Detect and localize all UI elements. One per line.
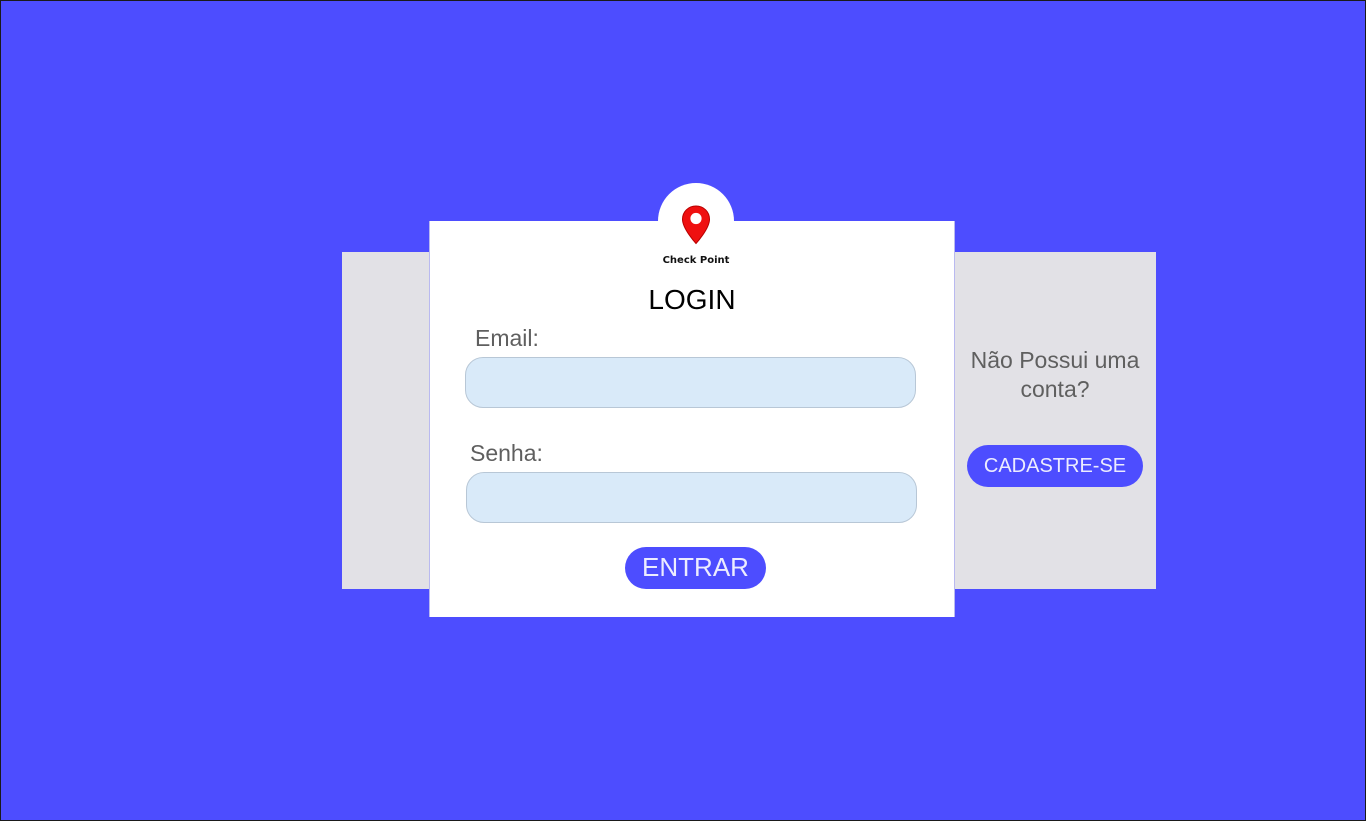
login-title: LOGIN — [648, 284, 736, 315]
email-input[interactable] — [465, 357, 916, 408]
map-pin-icon — [681, 205, 711, 245]
signup-button[interactable]: CADASTRE-SE — [967, 445, 1143, 487]
password-label: Senha: — [470, 440, 543, 466]
password-input[interactable] — [466, 472, 917, 523]
brand-name: Check Point — [662, 255, 730, 266]
email-label: Email: — [475, 325, 539, 351]
enter-button[interactable]: ENTRAR — [625, 547, 766, 589]
no-account-question: Não Possui uma conta? — [970, 347, 1140, 402]
